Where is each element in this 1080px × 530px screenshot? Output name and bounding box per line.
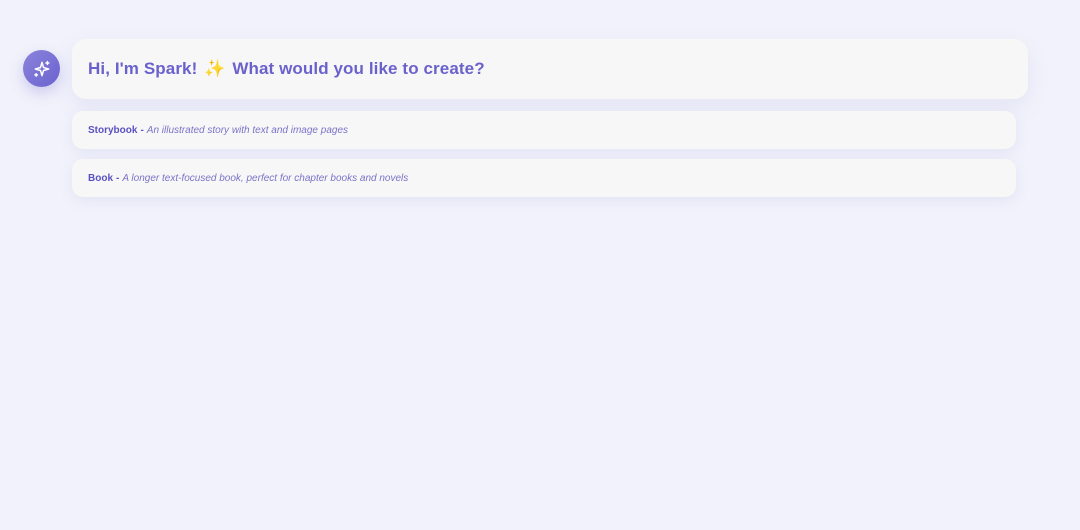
option-title: Storybook — [88, 124, 138, 136]
sparkle-emoji-icon: ✨ — [204, 59, 226, 78]
sparkles-icon — [33, 60, 50, 77]
assistant-avatar — [23, 50, 60, 87]
greeting-prefix: Hi, I'm Spark! — [88, 59, 198, 78]
assistant-greeting-message: Hi, I'm Spark! ✨ What would you like to … — [72, 39, 1028, 99]
option-separator: - — [140, 124, 144, 136]
option-description: A longer text-focused book, perfect for … — [122, 172, 409, 184]
option-separator: - — [116, 172, 120, 184]
greeting-question: What would you like to create? — [232, 59, 485, 78]
option-storybook-button[interactable]: Storybook - An illustrated story with te… — [72, 111, 1016, 149]
greeting-text: Hi, I'm Spark! ✨ What would you like to … — [88, 59, 485, 79]
option-title: Book — [88, 172, 113, 184]
option-description: An illustrated story with text and image… — [146, 124, 349, 136]
option-book-button[interactable]: Book - A longer text-focused book, perfe… — [72, 159, 1016, 197]
